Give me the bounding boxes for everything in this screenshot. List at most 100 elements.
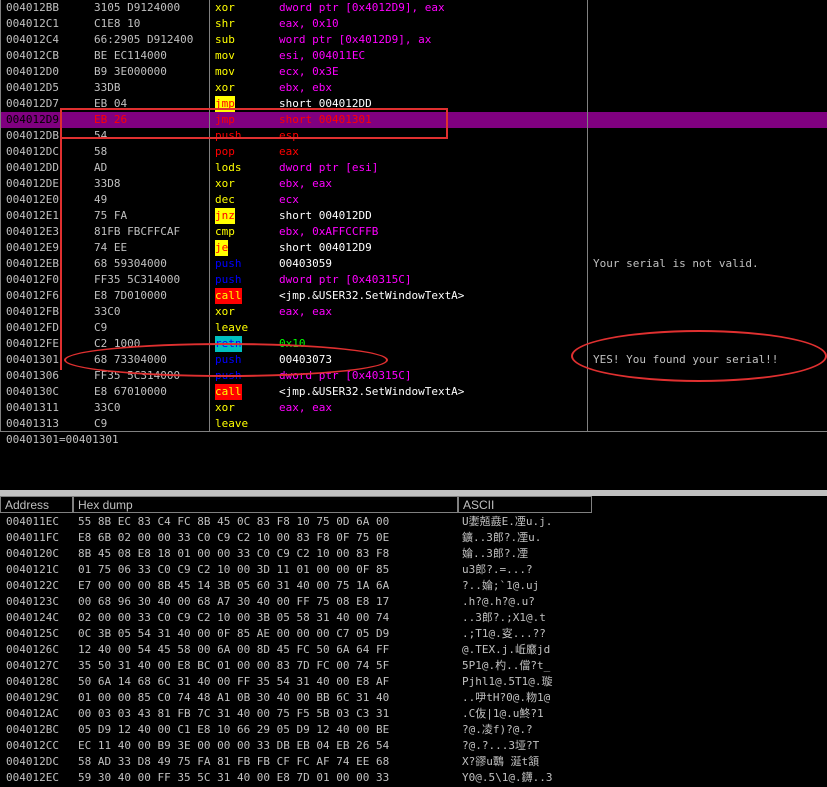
disasm-operand: word ptr [0x4012D9], ax	[279, 33, 432, 46]
dump-row[interactable]: 0040125C 0C 3B 05 54 31 40 00 0F 85 AE 00…	[0, 626, 827, 642]
disasm-address: 004012E1	[6, 209, 59, 222]
disasm-row[interactable]: 004012DC 58 pop eax	[0, 144, 827, 160]
dump-address: 004012BC	[6, 723, 59, 736]
disasm-mnemonic: pop	[215, 145, 235, 158]
disasm-mnemonic: xor	[215, 177, 235, 190]
dump-row[interactable]: 0040124C 02 00 00 33 C0 C9 C2 10 00 3B 05…	[0, 610, 827, 626]
disasm-row[interactable]: 004012C1 C1E8 10 shr eax, 0x10	[0, 16, 827, 32]
disasm-hex-bytes: C9	[94, 417, 108, 430]
disasm-address: 0040130C	[6, 385, 59, 398]
disasm-hex-bytes: B9 3E000000	[94, 65, 167, 78]
dump-header-hex[interactable]: Hex dump	[73, 496, 458, 513]
dump-row[interactable]: 0040127C 35 50 31 40 00 E8 BC 01 00 00 83…	[0, 658, 827, 674]
disasm-row[interactable]: 004012E0 49 dec ecx	[0, 192, 827, 208]
dump-row[interactable]: 004011EC 55 8B EC 83 C4 FC 8B 45 0C 83 F8…	[0, 514, 827, 530]
disasm-row[interactable]: 00401311 33C0 xor eax, eax	[0, 400, 827, 416]
disasm-row[interactable]: 004012EB 68 59304000 push 00403059 Your seri…	[0, 256, 827, 272]
disasm-row[interactable]: 004012E1 75 FA jnz short 004012DD	[0, 208, 827, 224]
dump-address: 0040123C	[6, 595, 59, 608]
disasm-hex-bytes: 58	[94, 145, 108, 158]
disasm-mnemonic: mov	[215, 49, 235, 62]
dump-header-ascii[interactable]: ASCII	[458, 496, 592, 513]
dump-ascii: .;T1@.叜...??	[462, 627, 546, 640]
dump-row[interactable]: 0040121C 01 75 06 33 C0 C9 C2 10 00 3D 11…	[0, 562, 827, 578]
disasm-hex-bytes: 74 EE	[94, 241, 128, 254]
dump-row[interactable]: 004012BC 05 D9 12 40 00 C1 E8 10 66 29 05…	[0, 722, 827, 738]
disasm-mnemonic: cmp	[215, 225, 235, 238]
dump-hex-bytes: 35 50 31 40 00 E8 BC 01 00 00 83 7D FC 0…	[78, 659, 390, 672]
dump-row[interactable]: 0040120C 8B 45 08 E8 18 01 00 00 33 C0 C9…	[0, 546, 827, 562]
disasm-operand: eax, 0x10	[279, 17, 339, 30]
dump-ascii: ?@.凌f)?@.?	[462, 723, 533, 736]
disasm-row[interactable]: 004012E9 74 EE je short 004012D9	[0, 240, 827, 256]
disasm-mnemonic: call	[215, 384, 242, 400]
disasm-address: 004012F0	[6, 273, 59, 286]
dump-hex-bytes: 59 30 40 00 FF 35 5C 31 40 00 E8 7D 01 0…	[78, 771, 390, 784]
disasm-row[interactable]: 00401313 C9 leave	[0, 416, 827, 432]
disasm-address: 00401301	[6, 353, 59, 366]
disasm-mnemonic: xor	[215, 1, 235, 14]
dump-row[interactable]: 004011FC E8 6B 02 00 00 33 C0 C9 C2 10 00…	[0, 530, 827, 546]
disasm-operand: <jmp.&USER32.SetWindowTextA>	[279, 289, 465, 302]
dump-row[interactable]: 0040122C E7 00 00 00 8B 45 14 3B 05 60 31…	[0, 578, 827, 594]
disasm-address: 004012FD	[6, 321, 59, 334]
disasm-operand: ebx, 0xAFFCCFFB	[279, 225, 379, 238]
dump-ascii: u3郎?.=...?	[462, 563, 533, 576]
disasm-address: 004012C4	[6, 33, 59, 46]
disasm-mnemonic: shr	[215, 17, 235, 30]
disasm-address: 004012DD	[6, 161, 59, 174]
dump-row[interactable]: 0040126C 12 40 00 54 45 58 00 6A 00 8D 45…	[0, 642, 827, 658]
disasm-address: 004012FE	[6, 337, 59, 350]
dump-header-address[interactable]: Address	[0, 496, 73, 513]
dump-row[interactable]: 004012EC 59 30 40 00 FF 35 5C 31 40 00 E8…	[0, 770, 827, 786]
dump-row[interactable]: 0040128C 50 6A 14 68 6C 31 40 00 FF 35 54…	[0, 674, 827, 690]
disasm-mnemonic: call	[215, 288, 242, 304]
disasm-row[interactable]: 0040130C E8 67010000 call <jmp.&USER32.SetW…	[0, 384, 827, 400]
disasm-row[interactable]: 004012F6 E8 7D010000 call <jmp.&USER32.SetW…	[0, 288, 827, 304]
disasm-address: 004012E0	[6, 193, 59, 206]
dump-row[interactable]: 0040129C 01 00 00 85 C0 74 48 A1 0B 30 40…	[0, 690, 827, 706]
dump-ascii: Pjhl1@.5T1@.璇	[462, 675, 553, 688]
disasm-row[interactable]: 004012DE 33D8 xor ebx, eax	[0, 176, 827, 192]
dump-ascii: U嬱兡鼖E.凐u.j.	[462, 515, 553, 528]
dump-ascii: .C伖|1@.u鮗?1	[462, 707, 544, 720]
annotation-bracket-line	[60, 108, 62, 370]
disasm-address: 004012E9	[6, 241, 59, 254]
disasm-row[interactable]: 004012D5 33DB xor ebx, ebx	[0, 80, 827, 96]
dump-ascii: 5P1@.杓..儅?t_	[462, 659, 551, 672]
dump-ascii: .h?@.h?@.u?	[462, 595, 535, 608]
disasm-row[interactable]: 004012FB 33C0 xor eax, eax	[0, 304, 827, 320]
disasm-row[interactable]: 004012E3 81FB FBCFFCAF cmp ebx, 0xAFFCCFFB	[0, 224, 827, 240]
disasm-operand: ecx	[279, 193, 299, 206]
disasm-mnemonic: sub	[215, 33, 235, 46]
disasm-address: 004012EB	[6, 257, 59, 270]
dump-address: 0040126C	[6, 643, 59, 656]
disasm-mnemonic: push	[215, 257, 242, 270]
dump-hex-bytes: 8B 45 08 E8 18 01 00 00 33 C0 C9 C2 10 0…	[78, 547, 390, 560]
disasm-hex-bytes: 81FB FBCFFCAF	[94, 225, 181, 238]
dump-hex-bytes: 00 68 96 30 40 00 68 A7 30 40 00 FF 75 0…	[78, 595, 390, 608]
disasm-row[interactable]: 004012CB BE EC114000 mov esi, 004011EC	[0, 48, 827, 64]
disasm-hex-bytes: BE EC114000	[94, 49, 167, 62]
dump-ascii: X?豂u鷣 涎t頷	[462, 755, 540, 768]
annotation-ellipse-serial	[571, 330, 827, 382]
dump-address: 004012DC	[6, 755, 59, 768]
dump-row[interactable]: 0040123C 00 68 96 30 40 00 68 A7 30 40 00…	[0, 594, 827, 610]
disasm-address: 00401313	[6, 417, 59, 430]
dump-hex-bytes: 58 AD 33 D8 49 75 FA 81 FB FB CF FC AF 7…	[78, 755, 390, 768]
dump-row[interactable]: 004012AC 00 03 03 43 81 FB 7C 31 40 00 75…	[0, 706, 827, 722]
disasm-row[interactable]: 004012D0 B9 3E000000 mov ecx, 0x3E	[0, 64, 827, 80]
disasm-row[interactable]: 004012DD AD lods dword ptr [esi]	[0, 160, 827, 176]
disasm-mnemonic: lods	[215, 161, 242, 174]
dump-pane[interactable]: Address Hex dump ASCII 004011EC 55 8B EC …	[0, 496, 827, 787]
disasm-operand: ebx, ebx	[279, 81, 332, 94]
dump-row[interactable]: 004012CC EC 11 40 00 B9 3E 00 00 00 33 DB…	[0, 738, 827, 754]
disasm-row[interactable]: 004012C4 66:2905 D912400 sub word ptr [0x40…	[0, 32, 827, 48]
disasm-row[interactable]: 004012F0 FF35 5C314000 push dword ptr [0x40…	[0, 272, 827, 288]
info-line: 00401301=00401301	[6, 433, 119, 446]
dump-row[interactable]: 004012DC 58 AD 33 D8 49 75 FA 81 FB FB CF…	[0, 754, 827, 770]
disasm-hex-bytes: C9	[94, 321, 108, 334]
disasm-row[interactable]: 004012BB 3105 D9124000 xor dword ptr [0x401…	[0, 0, 827, 16]
dump-address: 0040127C	[6, 659, 59, 672]
dump-address: 0040128C	[6, 675, 59, 688]
